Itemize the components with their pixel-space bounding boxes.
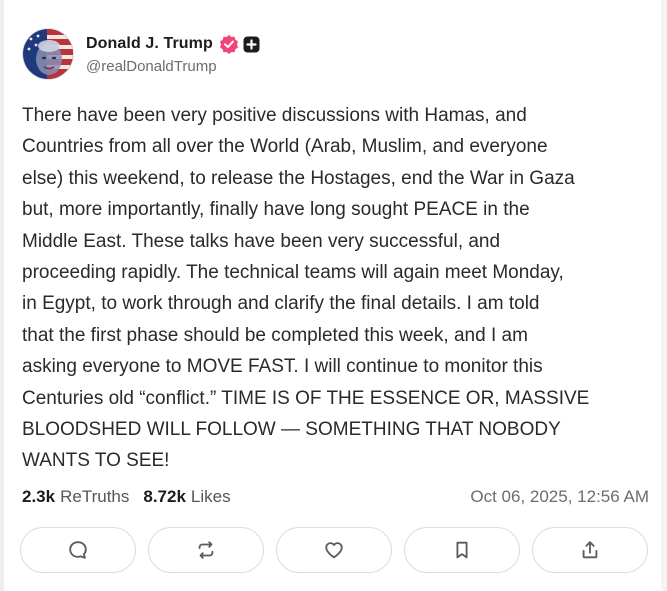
share-button[interactable] — [532, 527, 648, 573]
share-icon — [582, 541, 598, 559]
like-button[interactable] — [276, 527, 392, 573]
bookmark-button[interactable] — [404, 527, 520, 573]
reply-icon — [69, 541, 87, 559]
avatar[interactable] — [22, 28, 74, 80]
name-row: Donald J. Trump — [86, 33, 260, 55]
avatar-image — [23, 29, 73, 79]
post-text: There have been very positive discussion… — [22, 105, 590, 472]
scrollbar-track[interactable] — [661, 0, 667, 591]
author-handle[interactable]: @realDonaldTrump — [86, 58, 260, 75]
action-bar — [20, 527, 648, 573]
engagement-stats: 2.3k ReTruths 8.72k Likes — [22, 487, 231, 507]
retruth-button[interactable] — [148, 527, 264, 573]
reply-button[interactable] — [20, 527, 136, 573]
bookmark-icon — [456, 541, 468, 559]
post-timestamp[interactable]: Oct 06, 2025, 12:56 AM — [470, 487, 649, 507]
verified-badge-icon — [219, 35, 238, 54]
like-heart-icon — [325, 542, 343, 559]
retruth-icon — [198, 541, 214, 559]
author-identity: Donald J. Trump @realDonaldTrump — [86, 33, 260, 75]
display-name[interactable]: Donald J. Trump — [86, 35, 213, 53]
retruths-count[interactable]: 2.3k — [22, 487, 55, 507]
likes-label[interactable]: Likes — [191, 487, 231, 507]
post-header: Donald J. Trump @realDonaldTrump — [22, 28, 260, 80]
retruths-label[interactable]: ReTruths — [60, 487, 129, 507]
likes-count[interactable]: 8.72k — [143, 487, 186, 507]
plus-badge-icon — [243, 36, 260, 52]
left-edge-divider — [0, 0, 4, 591]
